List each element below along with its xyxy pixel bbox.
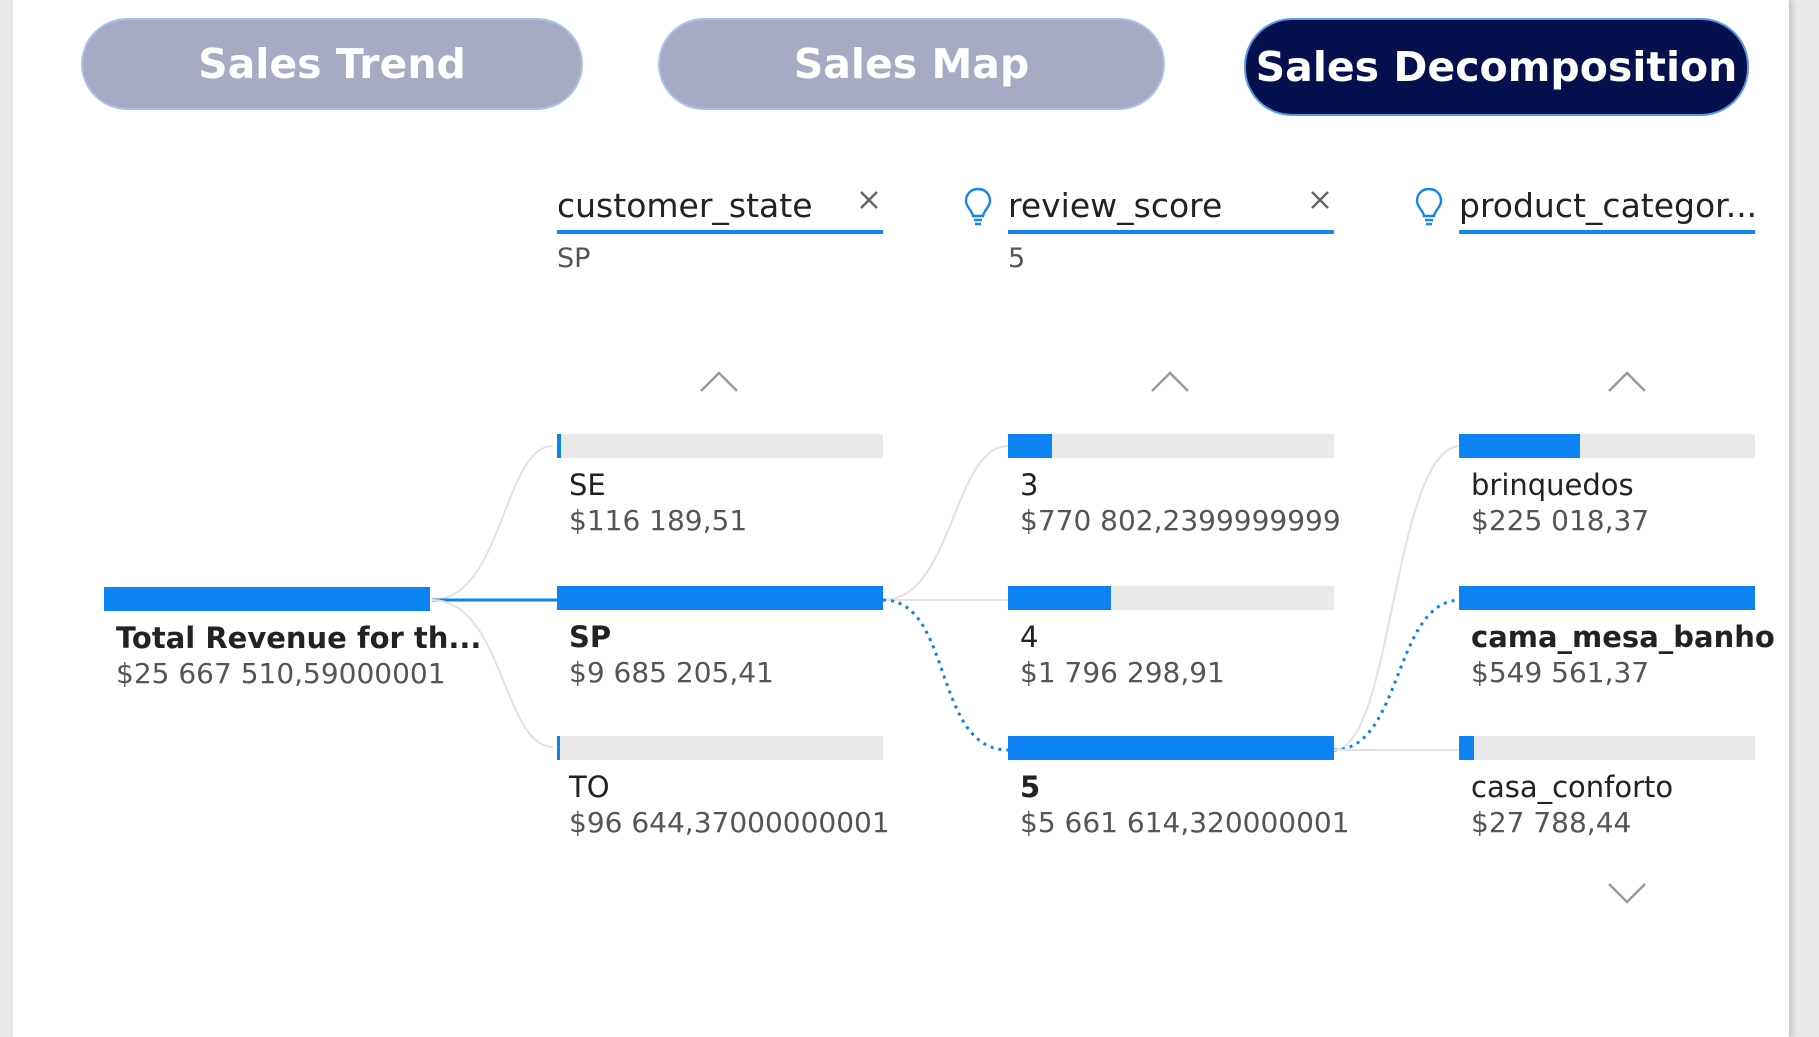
level-underline bbox=[1459, 230, 1755, 234]
node-bar-fill bbox=[557, 434, 561, 458]
level-field-name: product_categor... bbox=[1459, 186, 1758, 225]
node-value: $770 802,2399999999 bbox=[1020, 504, 1341, 537]
connector-sp-3 bbox=[882, 445, 1009, 601]
node-bar-track bbox=[1459, 736, 1755, 760]
node-value: $27 788,44 bbox=[1471, 806, 1632, 839]
node-value: $116 189,51 bbox=[569, 504, 748, 537]
chevron-up-icon[interactable] bbox=[1607, 369, 1647, 393]
node-customer-state-se[interactable]: SE $116 189,51 bbox=[557, 434, 883, 554]
chevron-up-icon[interactable] bbox=[699, 369, 739, 393]
node-bar-fill bbox=[1008, 586, 1111, 610]
connector-5-cama bbox=[1333, 598, 1462, 752]
root-bar-fill bbox=[104, 587, 430, 611]
lightbulb-icon[interactable] bbox=[963, 186, 993, 226]
node-product-category-brinquedos[interactable]: brinquedos $225 018,37 bbox=[1459, 434, 1755, 554]
node-bar-fill bbox=[1459, 434, 1580, 458]
node-label: SE bbox=[569, 468, 606, 502]
node-bar-track bbox=[557, 434, 883, 458]
node-label: cama_mesa_banho bbox=[1471, 620, 1775, 654]
node-label: casa_conforto bbox=[1471, 770, 1674, 804]
node-customer-state-to[interactable]: TO $96 644,37000000001 bbox=[557, 736, 890, 856]
node-product-category-cama-mesa-banho[interactable]: cama_mesa_banho $549 561,37 bbox=[1459, 586, 1775, 706]
node-value: $9 685 205,41 bbox=[569, 656, 774, 689]
node-bar-fill bbox=[557, 586, 883, 610]
node-bar-track bbox=[557, 736, 883, 760]
node-value: $5 661 614,320000001 bbox=[1020, 806, 1350, 839]
node-label: 3 bbox=[1020, 468, 1039, 502]
connector-5-brinquedos bbox=[1333, 445, 1462, 751]
node-bar-track bbox=[1008, 434, 1334, 458]
selected-value-customer-state: SP bbox=[557, 243, 591, 274]
level-underline bbox=[1008, 230, 1334, 234]
chevron-down-icon[interactable] bbox=[1607, 882, 1647, 906]
node-customer-state-sp[interactable]: SP $9 685 205,41 bbox=[557, 586, 883, 706]
node-product-category-casa-conforto[interactable]: casa_conforto $27 788,44 bbox=[1459, 736, 1755, 856]
node-bar-fill bbox=[1008, 736, 1334, 760]
node-label: SP bbox=[569, 620, 612, 654]
node-bar-fill bbox=[1008, 434, 1052, 458]
level-field-name: review_score bbox=[1008, 186, 1223, 225]
level-header-customer-state: customer_state bbox=[557, 180, 883, 234]
level-header-product-category: product_categor... bbox=[1459, 180, 1758, 234]
node-label: 4 bbox=[1020, 620, 1039, 654]
lightbulb-icon[interactable] bbox=[1414, 186, 1444, 226]
node-value: $96 644,37000000001 bbox=[569, 806, 890, 839]
root-node[interactable]: Total Revenue for th... $25 667 510,5900… bbox=[104, 587, 481, 707]
chevron-up-icon[interactable] bbox=[1150, 369, 1190, 393]
selected-value-review-score: 5 bbox=[1008, 243, 1026, 274]
close-icon[interactable] bbox=[1306, 186, 1334, 214]
node-bar-fill bbox=[1459, 586, 1755, 610]
connector-root-se bbox=[431, 445, 554, 601]
node-review-score-4[interactable]: 4 $1 796 298,91 bbox=[1008, 586, 1334, 706]
node-review-score-3[interactable]: 3 $770 802,2399999999 bbox=[1008, 434, 1341, 554]
node-label: TO bbox=[569, 770, 610, 804]
level-header-review-score: review_score bbox=[1008, 180, 1334, 234]
node-label: brinquedos bbox=[1471, 468, 1634, 502]
connector-sp-5 bbox=[882, 598, 1009, 752]
level-underline bbox=[557, 230, 883, 234]
root-label: Total Revenue for th... bbox=[116, 621, 482, 655]
root-value: $25 667 510,59000001 bbox=[116, 657, 446, 690]
close-icon[interactable] bbox=[855, 186, 883, 214]
decomposition-report-page: Sales Trend Sales Map Sales Decompositio… bbox=[13, 0, 1789, 1037]
node-value: $549 561,37 bbox=[1471, 656, 1650, 689]
node-review-score-5[interactable]: 5 $5 661 614,320000001 bbox=[1008, 736, 1350, 856]
node-value: $225 018,37 bbox=[1471, 504, 1650, 537]
node-value: $1 796 298,91 bbox=[1020, 656, 1225, 689]
node-bar-fill bbox=[557, 736, 560, 760]
node-label: 5 bbox=[1020, 770, 1041, 804]
level-field-name: customer_state bbox=[557, 186, 813, 225]
node-bar-fill bbox=[1459, 736, 1474, 760]
